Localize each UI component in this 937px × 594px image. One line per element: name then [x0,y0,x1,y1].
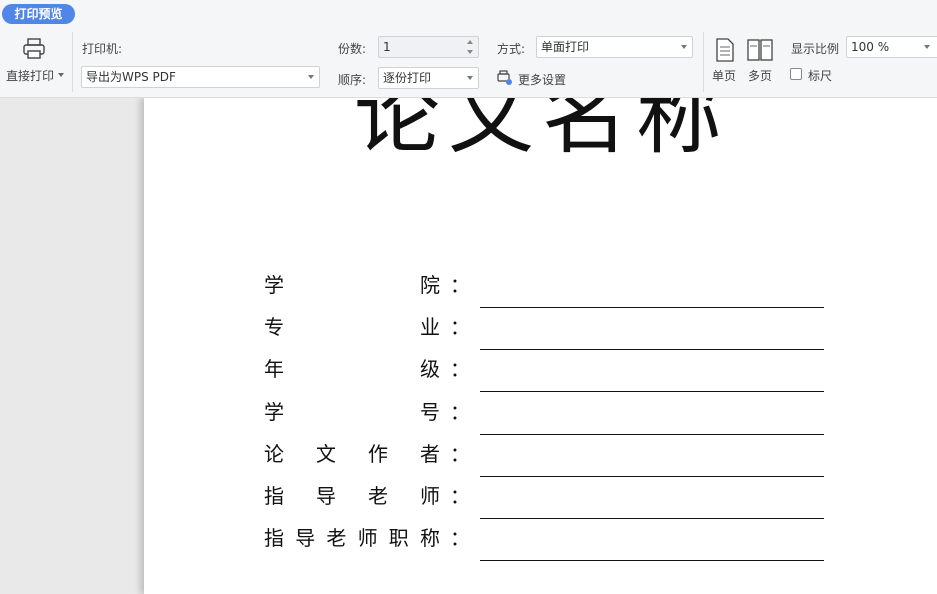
cover-field-label: 学号 [264,398,440,426]
cover-field-row: 论 文 作 者 ： [144,440,937,477]
cover-field-colon: ： [450,526,470,551]
cover-field-underline [480,307,824,308]
cover-field-char: 级 [420,357,440,382]
multi-page-label: 多页 [748,69,773,83]
thesis-title: 论文名称 [354,98,730,166]
cover-field-underline [480,349,824,351]
copies-stepper[interactable]: 1 [378,36,479,58]
cover-field-row: 专业： [144,313,937,351]
cover-field-label: 指导老师 [264,482,440,510]
cover-field-underline [480,560,824,562]
more-settings-button[interactable]: 更多设置 [497,68,577,88]
cover-field-char: 师 [357,526,378,551]
cover-field-row: 指导老师职称 ： [144,524,937,562]
decrement-icon[interactable] [467,50,473,54]
cover-field-char: 学 [264,273,284,297]
printer-label: 打印机: [82,42,123,56]
zoom-label: 显示比例 [791,42,840,56]
cover-field-char: 指 [264,484,284,508]
printer-icon [23,38,45,59]
single-page-label: 单页 [712,69,737,83]
cover-field-char: 指 [264,526,284,551]
copies-value: 1 [383,40,391,54]
zoom-select[interactable]: 100 % [846,36,937,58]
cover-field-char: 职 [388,526,409,551]
cover-field-label: 年级 [264,355,440,383]
cover-field-char: 年 [264,357,284,382]
chevron-down-icon [308,75,314,79]
cover-field-underline [480,391,824,393]
order-select[interactable]: 逐份打印 [378,67,479,89]
single-page-icon [716,38,734,62]
print-preview-tab[interactable]: 打印预览 [2,4,75,24]
mode-value: 单面打印 [541,40,590,54]
ribbon-separator [703,32,704,92]
cover-field-char: 导 [316,484,336,508]
cover-field-char: 导 [295,526,316,551]
mode-select[interactable]: 单面打印 [536,36,693,58]
cover-field-char: 称 [419,526,440,551]
ruler-label: 标尺 [808,69,833,83]
cover-field-row: 学号： [144,398,937,435]
multi-page-icon [747,39,773,61]
order-label: 顺序: [338,73,367,87]
ruler-checkbox[interactable] [790,68,802,80]
more-settings-label: 更多设置 [518,73,567,87]
cover-field-colon: ： [450,484,470,508]
mode-label: 方式: [497,42,526,56]
cover-field-row: 指 导 老 师 ： [144,482,937,519]
printer-value: 导出为WPS PDF [86,70,176,84]
cover-field-row: 年级： [144,355,937,393]
cover-field-colon: ： [450,315,470,340]
copies-label: 份数: [338,42,367,56]
chevron-down-icon [58,73,64,77]
cover-field-char: 老 [326,526,347,551]
chevron-down-icon [924,45,930,49]
cover-field-underline [480,433,824,435]
cover-field-label: 学院 [264,271,440,299]
cover-field-char: 论 [264,441,284,466]
multi-page-button[interactable]: 多页 [745,36,777,86]
ribbon-separator [72,32,73,92]
cover-field-underline [480,518,824,519]
single-page-button[interactable]: 单页 [710,36,740,86]
cover-field-char: 师 [420,484,440,508]
cover-field-char: 专 [264,315,284,340]
document-page: 论文名称 学院：专业：年级：学号：论文作者：指导老师：指导老师职称： [144,98,937,594]
cover-field-colon: ： [450,273,470,297]
order-value: 逐份打印 [383,71,432,85]
cover-field-colon: ： [450,357,470,382]
cover-field-label: 论文作者 [264,440,440,468]
print-settings-icon [497,70,512,85]
cover-field-char: 文 [316,441,336,466]
cover-field-label: 专业 [264,313,440,341]
cover-field-underline [480,475,824,477]
direct-print-button[interactable]: 直接打印 [2,36,66,88]
direct-print-label: 直接打印 [6,69,55,83]
cover-field-colon: ： [450,399,470,424]
increment-icon[interactable] [467,40,473,44]
cover-field-row: 学院： [144,271,937,308]
zoom-value: 100 % [851,40,890,54]
cover-field-char: 作 [368,441,388,466]
cover-field-char: 号 [420,399,440,424]
print-preview-ribbon: 打印预览 直接打印 打印机: 导出为WPS PDF 份数: 1 顺序: 逐份打印… [0,0,937,98]
cover-field-char: 院 [420,273,440,297]
cover-field-char: 学 [264,399,284,424]
cover-field-char: 老 [368,484,388,508]
chevron-down-icon [467,76,473,80]
printer-select[interactable]: 导出为WPS PDF [81,66,320,88]
cover-field-label: 指导老师职称 [264,524,440,552]
cover-field-colon: ： [450,441,470,466]
cover-field-char: 业 [420,315,440,340]
chevron-down-icon [681,45,687,49]
cover-field-char: 者 [420,441,440,466]
